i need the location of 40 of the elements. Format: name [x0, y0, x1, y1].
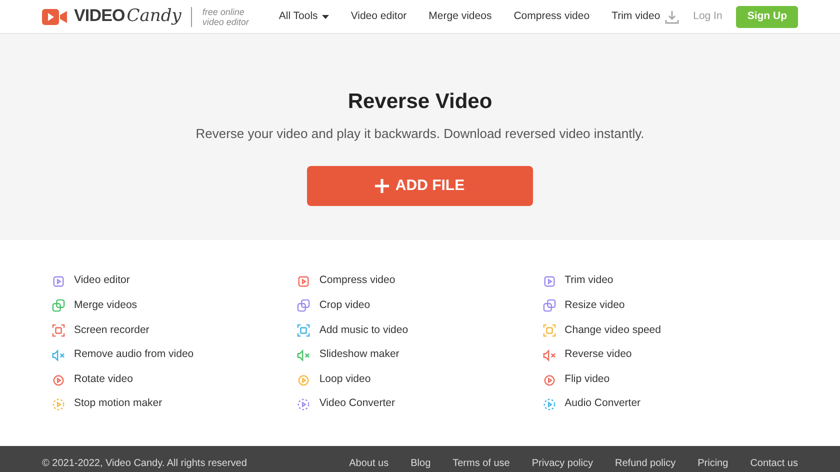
footer-link[interactable]: Privacy policy [532, 456, 594, 471]
footer-link[interactable]: Terms of use [452, 456, 510, 471]
tool-link[interactable]: Remove audio from video [52, 342, 298, 368]
page-title: Reverse Video [348, 89, 492, 115]
footer-link[interactable]: Pricing [698, 456, 728, 471]
tool-link[interactable]: Reverse video [542, 342, 788, 368]
plus-icon [375, 179, 390, 193]
tool-link[interactable]: Trim video [542, 269, 788, 294]
tool-link[interactable]: Video Converter [297, 392, 543, 417]
copyright-text: © 2021-2022, Video Candy. All rights reserved [42, 457, 247, 471]
logo-camera-icon [42, 8, 68, 26]
nav-link[interactable]: Trim video [612, 8, 660, 24]
nav-link[interactable]: Merge videos [428, 8, 492, 24]
tool-link[interactable]: Resize video [542, 294, 788, 318]
tool-link[interactable]: Add music to video [297, 318, 543, 343]
nav-link[interactable]: Compress video [514, 8, 590, 24]
logo-tagline: free online video editor [202, 6, 249, 26]
logo-script-text: Candy [126, 5, 182, 28]
tool-link[interactable]: Merge videos [52, 294, 298, 318]
nav-link[interactable]: All Tools [278, 8, 329, 24]
footer-link[interactable]: Contact us [750, 456, 798, 471]
tool-link[interactable]: Loop video [297, 367, 543, 392]
tool-link[interactable]: Flip video [542, 367, 788, 392]
nav-link[interactable]: Video editor [350, 8, 407, 24]
footer-link[interactable]: Refund policy [615, 456, 676, 471]
tool-link[interactable]: Screen recorder [52, 318, 298, 343]
tool-link[interactable]: Slideshow maker [297, 342, 543, 368]
tool-link[interactable]: Crop video [297, 294, 543, 318]
download-icon[interactable] [665, 10, 680, 24]
tool-link[interactable]: Compress video [297, 269, 543, 294]
logo-wordmark: VIDEO [74, 5, 125, 28]
tool-link[interactable]: Stop motion maker [52, 392, 298, 417]
tool-link[interactable]: Change video speed [542, 318, 788, 343]
tool-link[interactable]: Audio Converter [542, 392, 788, 417]
page-subtitle: Reverse your video and play it backwards. Download reversed video instantly. [196, 124, 644, 143]
footer-link[interactable]: About us [349, 456, 389, 471]
tool-link[interactable]: Rotate video [52, 367, 298, 392]
add-file-button[interactable]: ADD FILE [307, 166, 533, 206]
tool-link[interactable]: Video editor [52, 269, 298, 294]
footer-link[interactable]: Blog [410, 456, 431, 471]
